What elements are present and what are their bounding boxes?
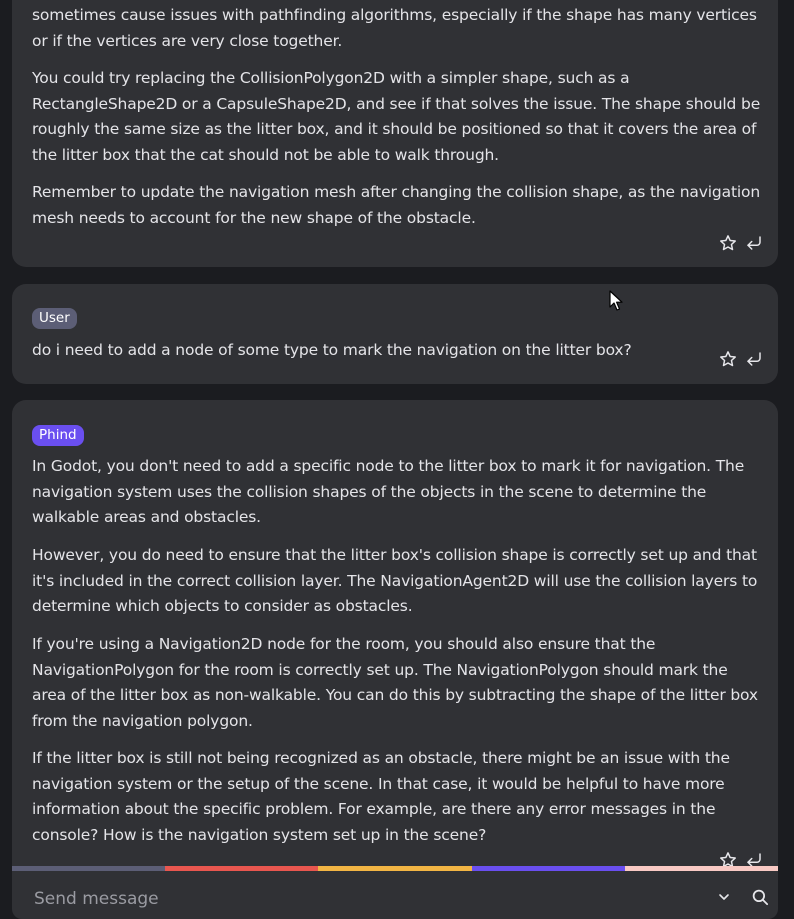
- mouse-cursor-icon: [609, 290, 623, 311]
- phind-role-badge: Phind: [32, 425, 84, 446]
- favorite-star-icon[interactable]: [718, 233, 738, 253]
- message-composer: [12, 871, 778, 919]
- reply-arrow-icon[interactable]: [744, 349, 764, 369]
- message-paragraph: In Godot, you don't need to add a specif…: [32, 457, 745, 527]
- send-message-input[interactable]: [32, 881, 676, 917]
- message-paragraph: If you're using a Navigation2D node for …: [32, 635, 758, 730]
- message-actions: [718, 348, 764, 370]
- message-paragraph: However, you do need to ensure that the …: [32, 546, 758, 616]
- search-icon[interactable]: [750, 887, 770, 907]
- reply-arrow-icon[interactable]: [744, 233, 764, 253]
- assistant-message-card: Phind In Godot, you don't need to add a …: [12, 400, 778, 868]
- user-role-badge: User: [32, 308, 77, 329]
- message-paragraph: You could try replacing the CollisionPol…: [32, 69, 761, 164]
- message-actions: [718, 232, 764, 254]
- chat-thread: sometimes cause issues with pathfinding …: [12, 0, 778, 868]
- assistant-message-card: sometimes cause issues with pathfinding …: [12, 0, 778, 267]
- message-paragraph: If the litter box is still not being rec…: [32, 749, 730, 844]
- favorite-star-icon[interactable]: [718, 349, 738, 369]
- user-message-card: User do i need to add a node of some typ…: [12, 284, 778, 384]
- message-paragraph: do i need to add a node of some type to …: [32, 341, 632, 359]
- message-paragraph: sometimes cause issues with pathfinding …: [32, 6, 757, 50]
- message-paragraph: Remember to update the navigation mesh a…: [32, 183, 761, 227]
- chevron-down-icon[interactable]: [714, 887, 734, 907]
